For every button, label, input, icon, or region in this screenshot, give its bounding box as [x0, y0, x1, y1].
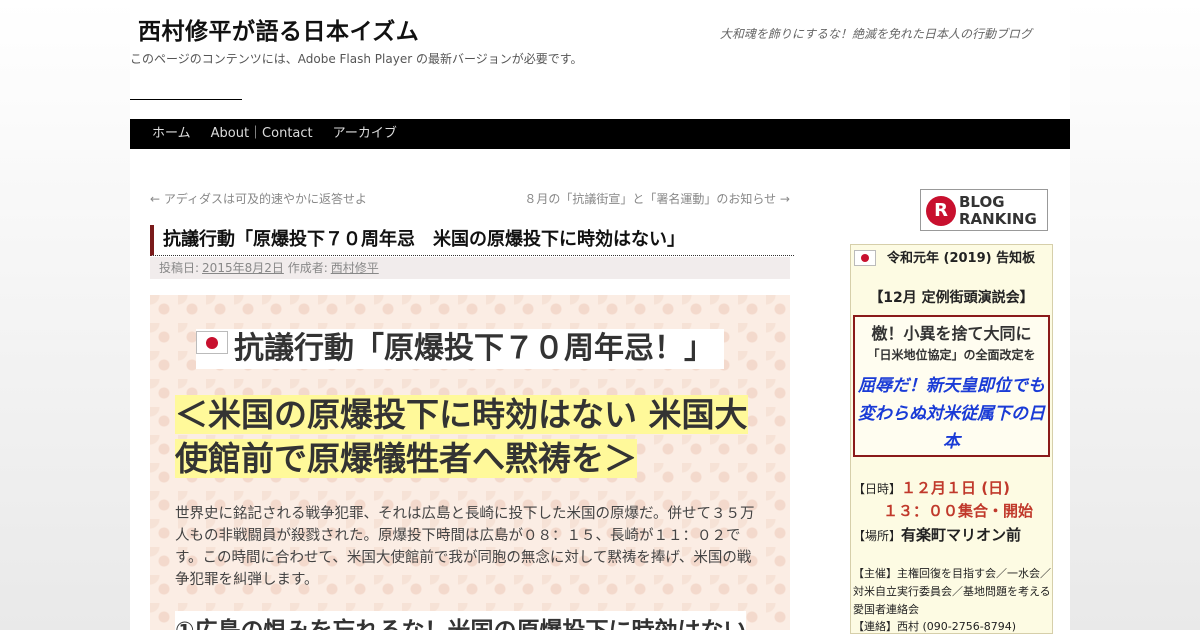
ranking-logo-icon: R — [926, 196, 956, 226]
main-slogan-text: ＜米国の原爆投下に時効はない 米国大使館前で原爆犠牲者へ黙祷を＞ — [175, 395, 748, 478]
meta-posted-label: 投稿日: — [159, 261, 200, 275]
menu-item-about[interactable]: About｜Contact — [201, 119, 323, 149]
ranking-logo-text: BLOG RANKING — [959, 193, 1037, 228]
next-post-link[interactable]: ８月の「抗議街宣」と「署名運動」のお知らせ → — [524, 190, 790, 207]
notice-time-row: １３：００集合・開始 — [883, 500, 1033, 521]
japan-flag-icon — [854, 250, 876, 266]
slogan-line-3: 屈辱だ！新天皇即位でも変わらぬ対米従属下の日本 — [858, 376, 1045, 452]
date-label: 【日時】 — [853, 482, 902, 496]
meta-date-link[interactable]: 2015年8月2日 — [202, 261, 284, 275]
protest-heading: 抗議行動「原爆投下７０周年忌！」 — [196, 329, 724, 369]
post-title-text: 抗議行動「原爆投下７０周年忌 米国の原爆投下に時効はない」 — [163, 229, 685, 250]
main-menu: ホーム About｜Contact アーカイブ — [130, 119, 1070, 149]
protest-heading-text: 抗議行動「原爆投下７０周年忌！」 — [234, 331, 714, 366]
meta-author-link[interactable]: 西村修平 — [331, 261, 379, 275]
place-label: 【場所】 — [853, 529, 902, 543]
menu-item-home[interactable]: ホーム — [142, 119, 201, 149]
prev-post-link[interactable]: ← アディダスは可及的速やかに返答せよ — [150, 190, 367, 207]
post-content: 抗議行動「原爆投下７０周年忌！」 ＜米国の原爆投下に時効はない 米国大使館前で原… — [150, 295, 790, 630]
event-place: 有楽町マリオン前 — [901, 526, 1022, 544]
header-rule — [130, 99, 242, 100]
event-date: １２月１日 (日) — [901, 479, 1010, 497]
japan-flag-icon — [196, 331, 228, 354]
notice-contact: 【連絡】西村 (090-2756-8794) — [853, 620, 1017, 633]
notice-title: 令和元年 (2019) 告知板 — [887, 251, 1036, 266]
notice-board: 令和元年 (2019) 告知板 【12月 定例街頭演説会】 檄！小異を捨て大同に… — [850, 244, 1053, 634]
meta-author-label: 作成者: — [287, 261, 328, 275]
slogan-box: 檄！小異を捨て大同に 「日米地位協定」の全面改定を 屈辱だ！新天皇即位でも変わら… — [853, 315, 1050, 457]
slogan-line-1: 檄！小異を捨て大同に — [871, 324, 1032, 343]
notice-event: 【12月 定例街頭演説会】 — [869, 290, 1034, 306]
site-tagline: 大和魂を飾りにするな！絶滅を免れた日本人の行動ブログ — [719, 27, 1032, 41]
flash-notice: このページのコンテンツには、Adobe Flash Player の最新バージョ… — [130, 52, 583, 66]
notice-sponsor: 【主催】主権回復を目指す会／一水会／対米自立実行委員会／基地問題を考える愛国者連… — [853, 567, 1051, 616]
site-title[interactable]: 西村修平が語る日本イズム — [138, 12, 419, 46]
main-slogan-heading: ＜米国の原爆投下に時効はない 米国大使館前で原爆犠牲者へ黙祷を＞ — [175, 393, 775, 481]
event-time: １３：００集合・開始 — [883, 502, 1034, 520]
blog-ranking-banner[interactable]: R BLOG RANKING — [920, 189, 1048, 231]
slogan-line-2: 「日米地位協定」の全面改定を — [867, 348, 1036, 362]
page-container: 西村修平が語る日本イズム 大和魂を飾りにするな！絶滅を免れた日本人の行動ブログ … — [130, 0, 1070, 634]
menu-item-archive[interactable]: アーカイブ — [323, 119, 407, 149]
hiroshima-subheading: ①広島の恨みを忘れるな！米国の原爆投下に時効はない — [175, 611, 747, 630]
notice-place-row: 【場所】有楽町マリオン前 — [853, 524, 1021, 545]
post-meta: 投稿日: 2015年8月2日 作成者: 西村修平 — [150, 257, 790, 279]
post-body-text: 世界史に銘記される戦争犯罪、それは広島と長崎に投下した米国の原爆だ。併せて３５万… — [175, 506, 755, 588]
notice-date-row: 【日時】１２月１日 (日) — [853, 477, 1010, 498]
post-title: 抗議行動「原爆投下７０周年忌 米国の原爆投下に時効はない」 — [150, 225, 794, 256]
